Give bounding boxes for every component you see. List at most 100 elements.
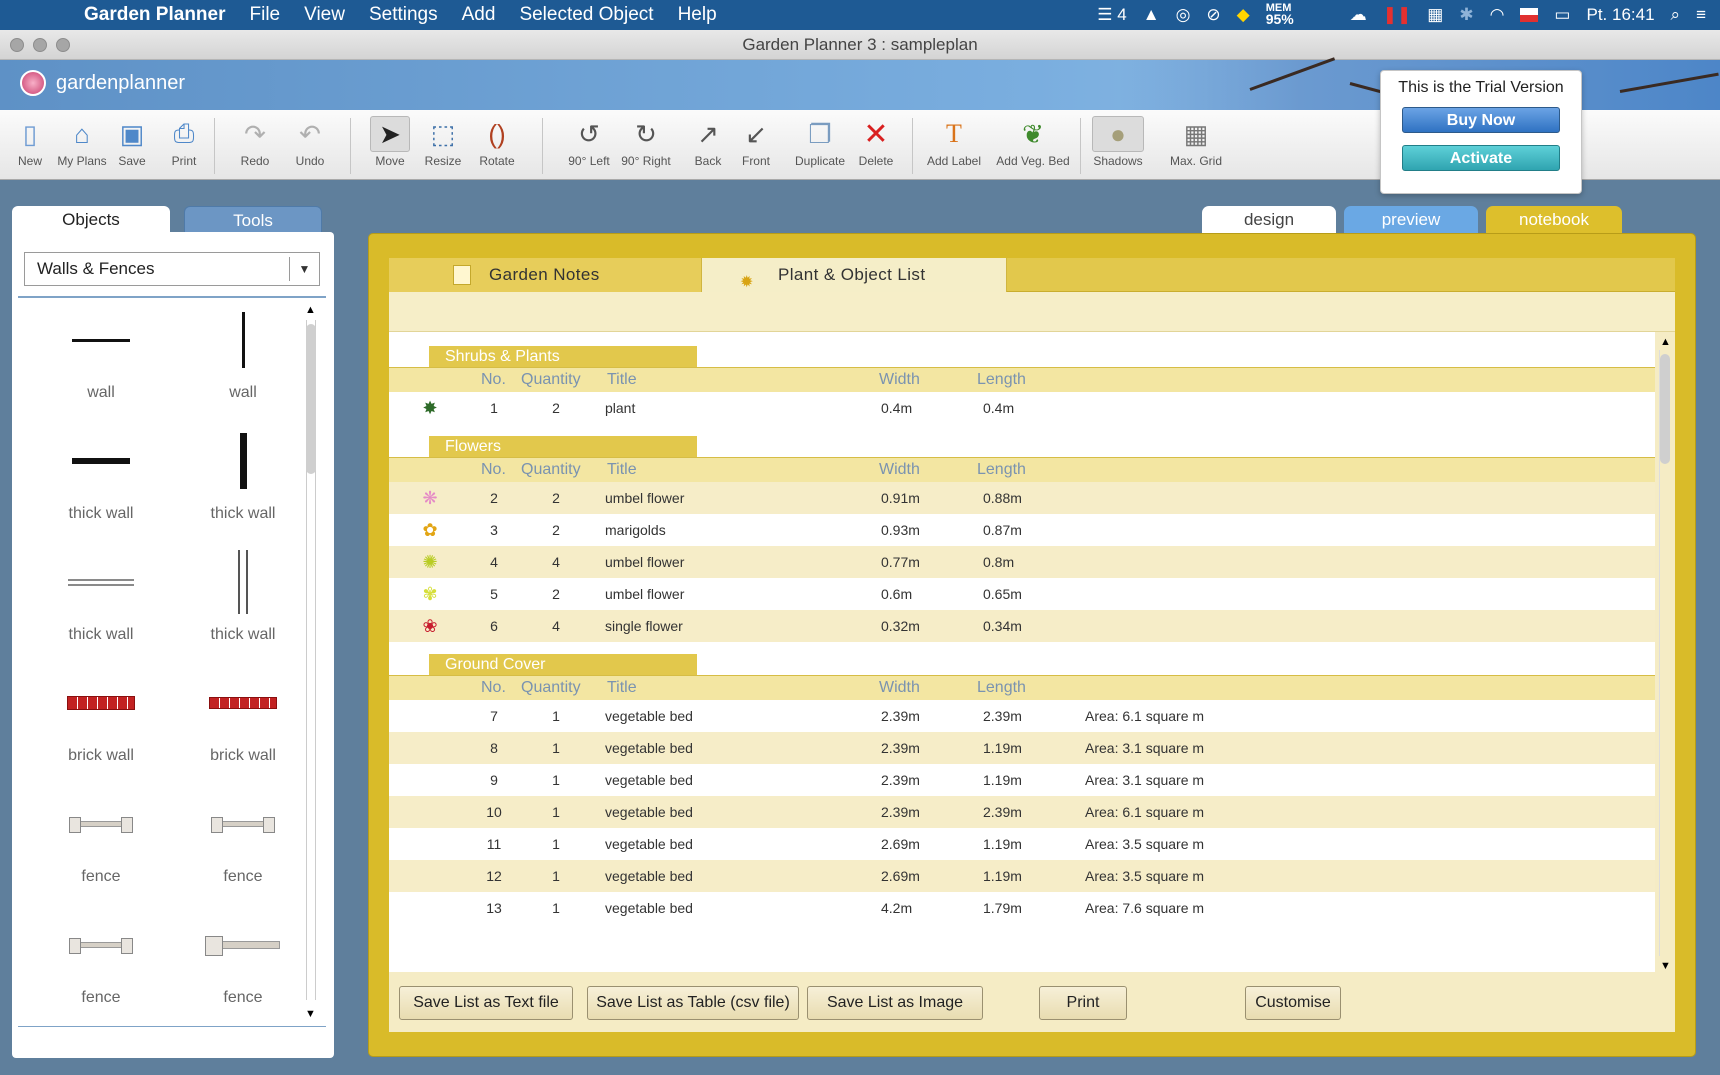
creative-cloud-icon[interactable]: ◎ xyxy=(1176,5,1191,25)
rotate-left-button[interactable]: ↺ 90° Left xyxy=(566,116,612,169)
menu-add[interactable]: Add xyxy=(450,4,508,26)
palette-item-wall[interactable]: wall xyxy=(172,300,314,421)
rotate-right-button[interactable]: ↻ 90° Right xyxy=(620,116,672,169)
palette-item-thick-wall[interactable]: thick wall xyxy=(172,542,314,663)
scroll-up-arrow-icon[interactable]: ▲ xyxy=(1660,336,1671,348)
redo-button[interactable]: ↷ Redo xyxy=(236,116,274,169)
resize-tool-button[interactable]: ⬚ Resize xyxy=(420,116,466,169)
menu-selected-object[interactable]: Selected Object xyxy=(507,4,665,26)
my-plans-button[interactable]: ⌂ My Plans xyxy=(54,116,110,169)
wifi-icon[interactable]: ◠ xyxy=(1490,5,1505,25)
palette-scrollbar[interactable]: ▲ ▼ xyxy=(302,304,320,1020)
tab-tools[interactable]: Tools xyxy=(184,206,322,234)
scroll-down-arrow-icon[interactable]: ▼ xyxy=(305,1008,316,1020)
table-row[interactable]: ✸ 1 2 plant 0.4m 0.4m xyxy=(389,392,1655,424)
zoom-window-button[interactable] xyxy=(56,38,70,52)
rotate-left-icon: ↺ xyxy=(578,118,600,149)
tab-preview[interactable]: preview xyxy=(1344,206,1478,234)
table-row[interactable]: 7 1 vegetable bed 2.39m 2.39m Area: 6.1 … xyxy=(389,700,1655,732)
table-row[interactable]: ❋ 2 2 umbel flower 0.91m 0.88m xyxy=(389,482,1655,514)
palette-item-fence[interactable]: fence xyxy=(30,905,172,1026)
tab-garden-notes[interactable]: Garden Notes xyxy=(389,258,701,292)
menu-view[interactable]: View xyxy=(292,4,357,26)
menu-help[interactable]: Help xyxy=(666,4,729,26)
do-not-disturb-icon[interactable]: ⊘ xyxy=(1206,5,1220,25)
buy-now-button[interactable]: Buy Now xyxy=(1402,107,1560,133)
max-grid-button[interactable]: ▦ Max. Grid xyxy=(1166,116,1226,169)
pause-icon[interactable]: ❚❚ xyxy=(1383,5,1412,25)
save-text-file-button[interactable]: Save List as Text file xyxy=(399,986,573,1020)
save-image-button[interactable]: Save List as Image xyxy=(807,986,983,1020)
thick-wall-swatch xyxy=(72,458,130,464)
save-button[interactable]: ▣ Save xyxy=(114,116,150,169)
palette-item-wall[interactable]: wall xyxy=(30,300,172,421)
keyboard-icon[interactable]: ▦ xyxy=(1427,5,1443,25)
activate-button[interactable]: Activate xyxy=(1402,145,1560,171)
rotate-tool-button[interactable]: () Rotate xyxy=(474,116,520,169)
print-button[interactable]: ⎙ Print xyxy=(164,116,204,168)
table-row[interactable]: ✿ 3 2 marigolds 0.93m 0.87m xyxy=(389,514,1655,546)
row-width: 0.6m xyxy=(881,586,913,602)
send-back-button[interactable]: ↗ Back xyxy=(690,116,726,169)
palette-item-brick-wall[interactable]: brick wall xyxy=(172,663,314,784)
list-scrollbar[interactable]: ▲ ▼ xyxy=(1657,336,1673,972)
battery-icon[interactable]: ▭ xyxy=(1554,5,1570,25)
menu-settings[interactable]: Settings xyxy=(357,4,450,26)
delete-button[interactable]: ✕ Delete xyxy=(856,116,896,169)
table-row[interactable]: 13 1 vegetable bed 4.2m 1.79m Area: 7.6 … xyxy=(389,892,1655,924)
palette-item-thick-wall[interactable]: thick wall xyxy=(30,421,172,542)
drive-icon[interactable]: ▲ xyxy=(1143,5,1160,25)
tab-plant-object-list[interactable]: ✹ Plant & Object List xyxy=(701,258,1007,292)
notes-status[interactable]: ☰ 4 xyxy=(1097,5,1126,25)
duplicate-button[interactable]: ❐ Duplicate xyxy=(794,116,846,169)
shadows-toggle[interactable]: ● Shadows xyxy=(1092,116,1144,168)
save-csv-button[interactable]: Save List as Table (csv file) xyxy=(587,986,799,1020)
table-row[interactable]: 8 1 vegetable bed 2.39m 1.19m Area: 3.1 … xyxy=(389,732,1655,764)
table-row[interactable]: ✺ 4 4 umbel flower 0.77m 0.8m xyxy=(389,546,1655,578)
move-tool-button[interactable]: ➤ Move xyxy=(370,116,410,168)
palette-item-thick-wall[interactable]: thick wall xyxy=(30,542,172,663)
print-list-button[interactable]: Print xyxy=(1039,986,1127,1020)
scroll-down-arrow-icon[interactable]: ▼ xyxy=(1660,960,1671,972)
tab-notebook[interactable]: notebook xyxy=(1486,206,1622,234)
notification-center-icon[interactable]: ≡ xyxy=(1696,5,1706,25)
row-quantity: 4 xyxy=(552,618,560,634)
tab-design[interactable]: design xyxy=(1202,206,1336,234)
palette-item-thick-wall[interactable]: thick wall xyxy=(172,421,314,542)
chevron-down-icon[interactable]: ▼ xyxy=(289,257,319,281)
table-row[interactable]: 11 1 vegetable bed 2.69m 1.19m Area: 3.5… xyxy=(389,828,1655,860)
scroll-up-arrow-icon[interactable]: ▲ xyxy=(305,304,316,316)
new-button[interactable]: ▯ New xyxy=(12,116,48,169)
palette-item-brick-wall[interactable]: brick wall xyxy=(30,663,172,784)
bring-front-button[interactable]: ↙ Front xyxy=(738,116,774,169)
add-label-button[interactable]: T Add Label xyxy=(924,116,984,168)
menu-file[interactable]: File xyxy=(238,4,293,26)
close-window-button[interactable] xyxy=(10,38,24,52)
clock[interactable]: Pt. 16:41 xyxy=(1586,5,1654,25)
minimize-window-button[interactable] xyxy=(33,38,47,52)
palette-item-fence[interactable]: fence xyxy=(172,905,314,1026)
memory-status[interactable]: MEM 95% xyxy=(1266,3,1294,27)
palette-item-fence[interactable]: fence xyxy=(30,784,172,905)
palette-item-fence[interactable]: fence xyxy=(172,784,314,905)
table-row[interactable]: ❀ 6 4 single flower 0.32m 0.34m xyxy=(389,610,1655,642)
search-icon[interactable]: ⌕ xyxy=(1671,5,1681,25)
table-row[interactable]: ✾ 5 2 umbel flower 0.6m 0.65m xyxy=(389,578,1655,610)
tab-objects[interactable]: Objects xyxy=(12,206,170,234)
warning-icon[interactable]: ◆ xyxy=(1237,5,1250,25)
notes-icon: ☰ xyxy=(1097,5,1113,24)
scrollbar-thumb[interactable] xyxy=(1660,354,1670,464)
bluetooth-icon[interactable]: ✱ xyxy=(1459,5,1473,25)
table-row[interactable]: 12 1 vegetable bed 2.69m 1.19m Area: 3.5… xyxy=(389,860,1655,892)
scrollbar-thumb[interactable] xyxy=(306,324,316,474)
add-veg-bed-button[interactable]: ❦ Add Veg. Bed xyxy=(994,116,1072,169)
category-select[interactable]: Walls & Fences ▼ xyxy=(24,252,320,286)
save-icon: ▣ xyxy=(119,118,145,149)
cloud-icon[interactable]: ☁ xyxy=(1350,5,1367,25)
flag-icon[interactable] xyxy=(1520,8,1539,22)
menu-garden-planner[interactable]: Garden Planner xyxy=(72,4,238,26)
undo-button[interactable]: ↶ Undo xyxy=(290,116,330,169)
table-row[interactable]: 10 1 vegetable bed 2.39m 2.39m Area: 6.1… xyxy=(389,796,1655,828)
table-row[interactable]: 9 1 vegetable bed 2.39m 1.19m Area: 3.1 … xyxy=(389,764,1655,796)
customise-button[interactable]: Customise xyxy=(1245,986,1341,1020)
